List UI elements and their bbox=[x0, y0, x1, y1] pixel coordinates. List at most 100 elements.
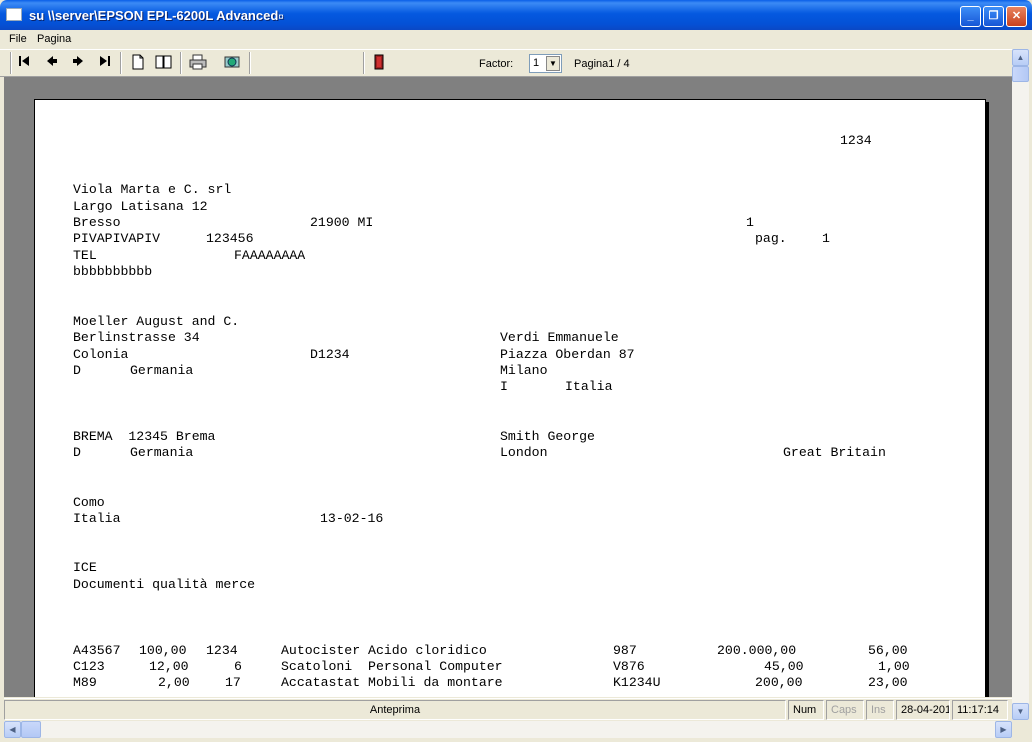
next-page-icon[interactable] bbox=[68, 54, 88, 72]
last-page-icon[interactable] bbox=[94, 54, 114, 72]
scrollbar-corner bbox=[1012, 721, 1029, 738]
agent-country: Great Britain bbox=[783, 445, 886, 460]
toolbar-separator bbox=[120, 52, 122, 74]
row-vat: 1,00 bbox=[878, 659, 910, 674]
row-vat: 23,00 bbox=[868, 675, 908, 690]
menu-pagina[interactable]: Pagina bbox=[37, 33, 71, 45]
row-desc: Accatastat Mobili da montare bbox=[281, 675, 503, 690]
row-qty: 2,00 bbox=[158, 675, 190, 690]
page-indicator: Pagina1 / 4 bbox=[574, 58, 630, 70]
vertical-scrollbar[interactable]: ▲ ▼ bbox=[1012, 49, 1029, 720]
toolbar-grip bbox=[10, 52, 12, 74]
factor-select[interactable]: 1 ▼ bbox=[529, 54, 562, 73]
preview-page: 1234 Viola Marta e C. srl Largo Latisana… bbox=[34, 99, 986, 697]
window-title: su \\server\EPSON EPL-6200L Advanced¤ bbox=[29, 8, 284, 23]
status-bar: Anteprima Num Caps Ins 28-04-2016 11:17:… bbox=[4, 698, 1012, 720]
destination-name: Verdi Emmanuele bbox=[500, 330, 619, 345]
sender-fax: FAAAAAAAA bbox=[234, 248, 306, 263]
document-code: 1234 bbox=[840, 133, 872, 148]
destination-country-code: I bbox=[500, 379, 508, 394]
agent-city: London bbox=[500, 445, 548, 460]
sender-vat-value: 123456 bbox=[206, 231, 254, 246]
row-amount: 200,00 bbox=[755, 675, 803, 690]
row-desc: Scatoloni Personal Computer bbox=[281, 659, 503, 674]
document-type: Documenti qualità merce bbox=[73, 577, 256, 592]
toolbar-separator bbox=[249, 52, 251, 74]
document-date: 13-02-16 bbox=[320, 511, 384, 526]
page-number: 1 bbox=[822, 231, 830, 246]
sender-city: Bresso bbox=[73, 215, 121, 230]
maximize-button[interactable]: ❐ bbox=[983, 6, 1004, 27]
place: Como bbox=[73, 495, 105, 510]
first-page-icon[interactable] bbox=[15, 54, 35, 72]
row-desc: Autocister Acido cloridico bbox=[281, 643, 487, 658]
printer-icon[interactable] bbox=[188, 54, 208, 72]
sender-zip: 21900 MI bbox=[310, 215, 374, 230]
customer-city: Colonia bbox=[73, 347, 129, 362]
destination-city: Milano bbox=[500, 363, 548, 378]
row-amount: 45,00 bbox=[764, 659, 804, 674]
customer-street: Berlinstrasse 34 bbox=[73, 330, 200, 345]
bank-country: Germania bbox=[130, 445, 194, 460]
bank-country-code: D bbox=[73, 445, 81, 460]
row-qty: 12,00 bbox=[149, 659, 189, 674]
status-caps: Caps bbox=[826, 700, 864, 720]
title-bar[interactable]: su \\server\EPSON EPL-6200L Advanced¤ _ … bbox=[0, 0, 1032, 30]
row-vat: 56,00 bbox=[868, 643, 908, 658]
two-pages-icon[interactable] bbox=[154, 54, 174, 72]
previous-page-icon[interactable] bbox=[42, 54, 62, 72]
factor-label: Factor: bbox=[479, 58, 514, 70]
row-code: C123 bbox=[73, 659, 105, 674]
status-mode: Anteprima bbox=[4, 700, 786, 720]
toolbar: Factor: 1 ▼ Pagina1 / 4 bbox=[0, 49, 1012, 77]
menu-file[interactable]: File bbox=[9, 33, 27, 45]
carrier: ICE bbox=[73, 560, 97, 575]
customer-country-code: D bbox=[73, 363, 81, 378]
page-label: pag. bbox=[755, 231, 787, 246]
row-qty: 100,00 bbox=[139, 643, 187, 658]
toolbar-separator bbox=[363, 52, 365, 74]
row-n: 1234 bbox=[206, 643, 238, 658]
row-n: 17 bbox=[225, 675, 241, 690]
minimize-button[interactable]: _ bbox=[960, 6, 981, 27]
sender-counter: 1 bbox=[746, 215, 754, 230]
scroll-right-icon[interactable]: ▶ bbox=[995, 721, 1012, 738]
customer-code: D1234 bbox=[310, 347, 350, 362]
window-icon bbox=[6, 8, 22, 21]
export-icon[interactable] bbox=[222, 54, 242, 72]
print-preview-area[interactable]: 1234 Viola Marta e C. srl Largo Latisana… bbox=[4, 77, 1012, 697]
factor-value: 1 bbox=[533, 57, 540, 69]
close-button[interactable]: ✕ bbox=[1006, 6, 1027, 27]
scroll-up-icon[interactable]: ▲ bbox=[1012, 49, 1029, 66]
row-code: M89 bbox=[73, 675, 97, 690]
sender-name: Viola Marta e C. srl bbox=[73, 182, 232, 197]
horizontal-scrollbar[interactable]: ◀ ▶ bbox=[4, 721, 1012, 738]
toolbar-separator bbox=[180, 52, 182, 74]
row-ref: V876 bbox=[613, 659, 645, 674]
status-date: 28-04-2016 bbox=[896, 700, 950, 720]
row-ref: K1234U bbox=[613, 675, 661, 690]
bank-line: BREMA 12345 Brema bbox=[73, 429, 216, 444]
row-code: A43567 bbox=[73, 643, 121, 658]
agent-name: Smith George bbox=[500, 429, 595, 444]
row-n: 6 bbox=[234, 659, 242, 674]
chevron-down-icon[interactable]: ▼ bbox=[546, 56, 560, 71]
vertical-scroll-thumb[interactable] bbox=[1012, 66, 1029, 82]
scroll-down-icon[interactable]: ▼ bbox=[1012, 703, 1029, 720]
sender-extra: bbbbbbbbbb bbox=[73, 264, 153, 279]
destination-country: Italia bbox=[565, 379, 613, 394]
sender-vat-label: PIVAPIVAPIV bbox=[73, 231, 161, 246]
exit-door-icon[interactable] bbox=[369, 54, 389, 72]
menu-bar: File Pagina bbox=[0, 30, 1032, 49]
sender-street: Largo Latisana 12 bbox=[73, 199, 208, 214]
app-window: su \\server\EPSON EPL-6200L Advanced¤ _ … bbox=[0, 0, 1032, 742]
status-ins: Ins bbox=[866, 700, 894, 720]
status-time: 11:17:14 bbox=[952, 700, 1008, 720]
customer-name: Moeller August and C. bbox=[73, 314, 240, 329]
scroll-left-icon[interactable]: ◀ bbox=[4, 721, 21, 738]
sender-tel-label: TEL bbox=[73, 248, 97, 263]
horizontal-scroll-thumb[interactable] bbox=[21, 721, 41, 738]
row-amount: 200.000,00 bbox=[717, 643, 797, 658]
row-ref: 987 bbox=[613, 643, 637, 658]
single-page-icon[interactable] bbox=[128, 54, 148, 72]
